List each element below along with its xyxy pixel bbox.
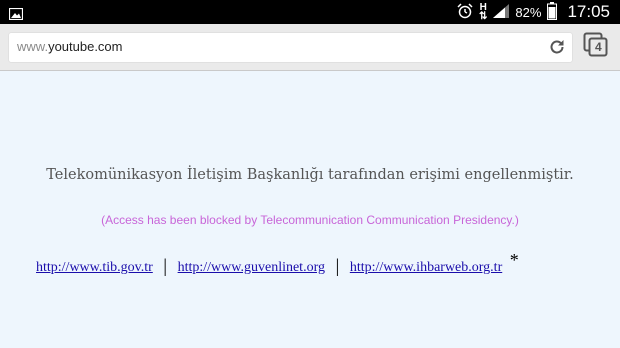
link-separator: | <box>163 256 168 277</box>
battery-percent: 82% <box>515 4 542 20</box>
gallery-notification-icon <box>8 5 24 21</box>
blocked-message-turkish: Telekomünikasyon İletişim Başkanlığı tar… <box>46 167 574 183</box>
tab-count: 4 <box>595 40 602 54</box>
url-prefix: www. <box>17 39 49 54</box>
link-separator: | <box>335 256 340 277</box>
alarm-icon <box>457 2 473 22</box>
signal-strength-icon <box>493 3 510 21</box>
asterisk-mark: * <box>509 250 519 270</box>
reload-icon[interactable] <box>548 38 566 56</box>
link-ihbarweb[interactable]: http://www.ihbarweb.org.tr <box>350 260 502 275</box>
network-type-icon: H ⇅ <box>479 2 488 22</box>
battery-icon <box>547 1 558 23</box>
url-domain: youtube.com <box>48 39 123 54</box>
browser-toolbar: www.youtube.com 4 <box>0 24 620 71</box>
clock: 17:05 <box>567 2 610 21</box>
link-tib[interactable]: http://www.tib.gov.tr <box>36 260 153 275</box>
status-bar: H ⇅ 82% 17:05 <box>0 0 620 24</box>
address-text[interactable]: www.youtube.com <box>17 39 123 54</box>
blocked-message-english: (Access has been blocked by Telecommunic… <box>101 213 519 227</box>
links-row: http://www.tib.gov.tr | http://www.guven… <box>36 250 519 277</box>
tab-switcher-button[interactable]: 4 <box>583 32 609 58</box>
address-bar[interactable]: www.youtube.com <box>9 33 572 62</box>
network-type-label: H <box>479 2 487 13</box>
blocked-page: Telekomünikasyon İletişim Başkanlığı tar… <box>0 71 620 348</box>
link-guvenlinet[interactable]: http://www.guvenlinet.org <box>178 260 325 275</box>
